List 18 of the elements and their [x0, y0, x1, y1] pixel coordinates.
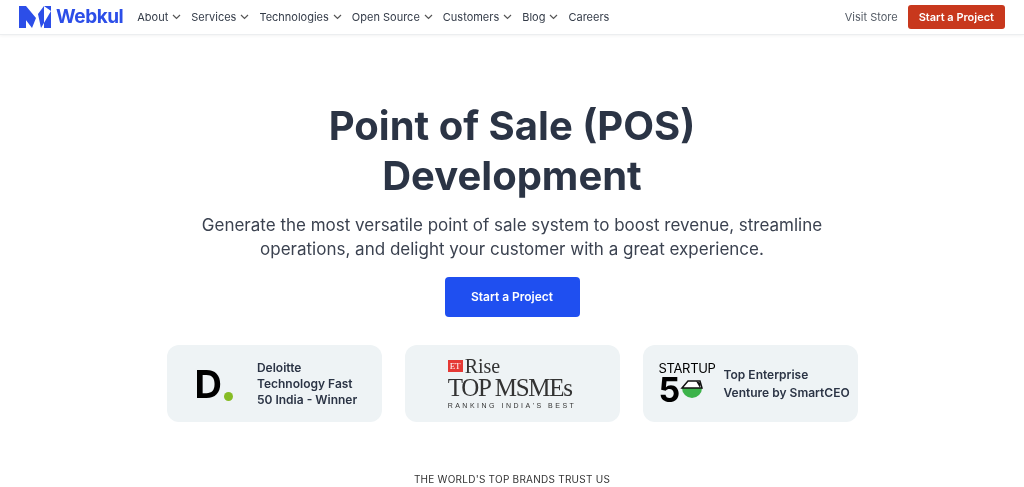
nav-link[interactable]: Open Source — [351, 8, 433, 26]
nav-link[interactable]: Technologies — [259, 8, 342, 26]
webkul-logo[interactable]: Webkul — [19, 2, 124, 32]
startup-50-logo: STARTUP 5 — [658, 362, 716, 405]
nav-link[interactable]: Services — [191, 8, 250, 26]
section-heading: THE WORLD'S TOP BRANDS TRUST US — [413, 472, 611, 487]
nav-link[interactable]: Blog — [522, 8, 559, 26]
nav-link[interactable]: About — [137, 8, 182, 26]
start-project-button[interactable]: Start a Project — [907, 5, 1005, 29]
visit-store-link[interactable]: Visit Store — [844, 8, 898, 26]
nav-link[interactable]: Careers — [568, 8, 610, 26]
award-text: Deloitte Technology Fast 50 India - Winner — [256, 359, 358, 408]
start-project-button[interactable]: Start a Project — [444, 277, 580, 317]
hero-subtitle: Generate the most versatile point of sale system to boost revenue, streamline operations, and delight your customer with a great experience. — [201, 214, 823, 261]
nav-link[interactable]: Customers — [442, 8, 513, 26]
deloitte-logo: D — [194, 364, 233, 403]
hero-title: Point of Sale (POS) Development — [328, 101, 696, 201]
award-text: Top Enterprise Venture by SmartCEO — [723, 365, 850, 402]
